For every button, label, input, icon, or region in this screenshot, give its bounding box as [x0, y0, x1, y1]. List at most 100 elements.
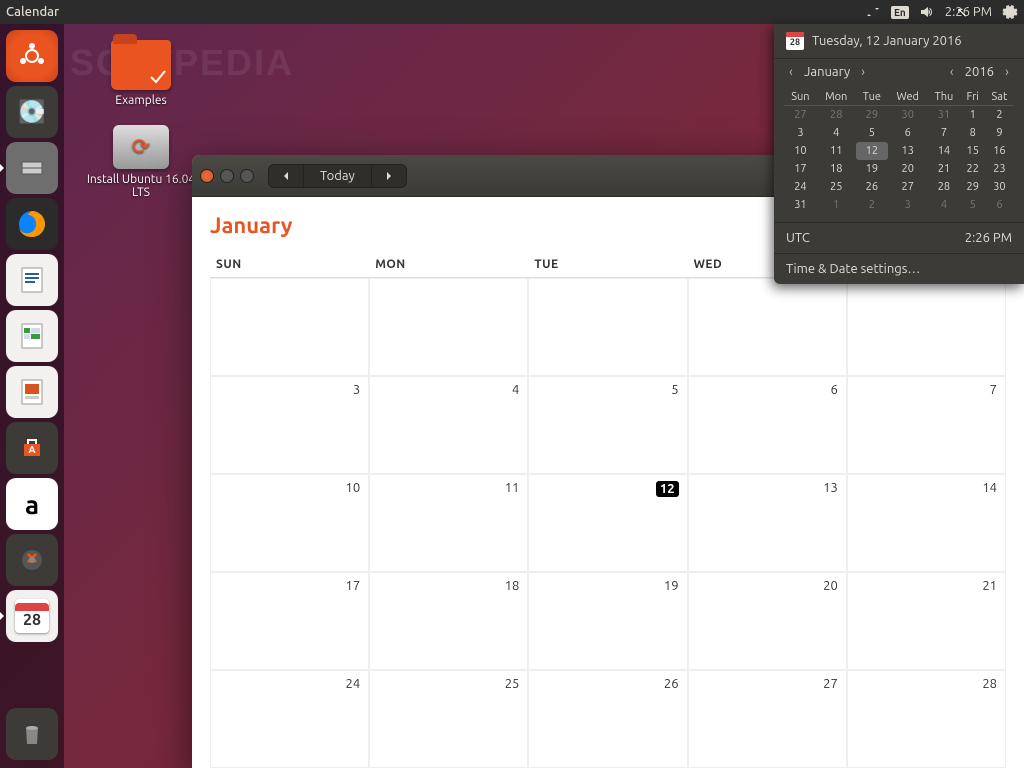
- mini-cal-day[interactable]: 31: [927, 106, 960, 125]
- calendar-date: 19: [664, 579, 679, 593]
- network-icon[interactable]: [865, 4, 881, 20]
- mini-cal-day[interactable]: 1: [961, 106, 985, 125]
- calendar-day-cell[interactable]: 4: [369, 376, 528, 474]
- next-button[interactable]: [372, 165, 406, 187]
- mini-cal-day[interactable]: 23: [985, 160, 1014, 178]
- next-year-button[interactable]: ›: [1002, 67, 1012, 77]
- mini-cal-day[interactable]: 12: [856, 142, 889, 160]
- mini-cal-day[interactable]: 28: [927, 178, 960, 196]
- mini-cal-day[interactable]: 14: [927, 142, 960, 160]
- launcher-libreoffice-calc[interactable]: [6, 310, 58, 362]
- mini-cal-day[interactable]: 7: [927, 124, 960, 142]
- calendar-day-cell[interactable]: 12: [528, 474, 687, 572]
- window-close-button[interactable]: [200, 169, 214, 183]
- mini-cal-day[interactable]: 24: [784, 178, 817, 196]
- prev-button[interactable]: [269, 165, 304, 187]
- mini-cal-day[interactable]: 5: [856, 124, 889, 142]
- mini-cal-day[interactable]: 5: [961, 196, 985, 214]
- mini-cal-day[interactable]: 28: [817, 106, 856, 125]
- prev-year-button[interactable]: ‹: [947, 67, 957, 77]
- launcher-libreoffice-impress[interactable]: [6, 366, 58, 418]
- mini-cal-day[interactable]: 20: [888, 160, 927, 178]
- calendar-day-cell[interactable]: 14: [847, 474, 1006, 572]
- calendar-day-cell[interactable]: 25: [369, 670, 528, 768]
- calendar-day-cell[interactable]: 11: [369, 474, 528, 572]
- mini-cal-day[interactable]: 21: [927, 160, 960, 178]
- mini-cal-day[interactable]: 30: [888, 106, 927, 125]
- calendar-day-cell[interactable]: [528, 278, 687, 376]
- popup-year[interactable]: 2016: [965, 65, 994, 79]
- mini-cal-day[interactable]: 3: [784, 124, 817, 142]
- launcher-ubuntu-software[interactable]: A: [6, 422, 58, 474]
- calendar-day-cell[interactable]: 24: [210, 670, 369, 768]
- launcher-trash[interactable]: [6, 708, 58, 760]
- calendar-day-cell[interactable]: 27: [688, 670, 847, 768]
- calendar-day-cell[interactable]: [847, 278, 1006, 376]
- calendar-day-cell[interactable]: [369, 278, 528, 376]
- launcher-disk-utility[interactable]: 💽: [6, 86, 58, 138]
- mini-cal-day[interactable]: 30: [985, 178, 1014, 196]
- mini-cal-day[interactable]: 27: [888, 178, 927, 196]
- calendar-day-cell[interactable]: 20: [688, 572, 847, 670]
- calendar-day-cell[interactable]: 13: [688, 474, 847, 572]
- mini-cal-day[interactable]: 2: [985, 106, 1014, 125]
- time-date-settings-link[interactable]: Time & Date settings…: [774, 253, 1024, 284]
- launcher-firefox[interactable]: [6, 198, 58, 250]
- mini-cal-day[interactable]: 31: [784, 196, 817, 214]
- volume-icon[interactable]: [919, 4, 935, 20]
- mini-cal-day[interactable]: 16: [985, 142, 1014, 160]
- mini-cal-day[interactable]: 19: [856, 160, 889, 178]
- mini-cal-day[interactable]: 3: [888, 196, 927, 214]
- calendar-day-cell[interactable]: 18: [369, 572, 528, 670]
- mini-cal-day[interactable]: 27: [784, 106, 817, 125]
- window-maximize-button[interactable]: [240, 169, 254, 183]
- launcher-system-settings[interactable]: [6, 534, 58, 586]
- clock[interactable]: 2:26 PM: [945, 5, 992, 19]
- next-month-button[interactable]: ›: [858, 67, 868, 77]
- calendar-day-cell[interactable]: 17: [210, 572, 369, 670]
- mini-cal-day[interactable]: 25: [817, 178, 856, 196]
- window-minimize-button[interactable]: [220, 169, 234, 183]
- calendar-day-cell[interactable]: [688, 278, 847, 376]
- mini-cal-day[interactable]: 18: [817, 160, 856, 178]
- launcher-libreoffice-writer[interactable]: [6, 254, 58, 306]
- calendar-day-cell[interactable]: 6: [688, 376, 847, 474]
- mini-cal-day[interactable]: 17: [784, 160, 817, 178]
- popup-month[interactable]: January: [804, 65, 850, 79]
- prev-month-button[interactable]: ‹: [786, 67, 796, 77]
- mini-cal-day[interactable]: 26: [856, 178, 889, 196]
- desktop-icon-installer[interactable]: ⟳ Install Ubuntu 16.04 LTS: [86, 125, 196, 199]
- calendar-day-cell[interactable]: 26: [528, 670, 687, 768]
- mini-cal-day[interactable]: 29: [856, 106, 889, 125]
- mini-cal-day[interactable]: 4: [817, 124, 856, 142]
- desktop-icon-examples[interactable]: Examples: [86, 40, 196, 107]
- calendar-day-cell[interactable]: 28: [847, 670, 1006, 768]
- calendar-day-cell[interactable]: 3: [210, 376, 369, 474]
- launcher-calendar[interactable]: 28: [6, 590, 58, 642]
- shutdown-gear-icon[interactable]: [1002, 4, 1018, 20]
- launcher-files[interactable]: [6, 142, 58, 194]
- keyboard-language-indicator[interactable]: En: [891, 6, 909, 19]
- mini-cal-day[interactable]: 6: [888, 124, 927, 142]
- mini-cal-day[interactable]: 29: [961, 178, 985, 196]
- mini-cal-day[interactable]: 15: [961, 142, 985, 160]
- launcher-amazon[interactable]: a: [6, 478, 58, 530]
- calendar-day-cell[interactable]: 5: [528, 376, 687, 474]
- mini-cal-day[interactable]: 8: [961, 124, 985, 142]
- mini-cal-day[interactable]: 1: [817, 196, 856, 214]
- dash-home-button[interactable]: [6, 30, 58, 82]
- mini-cal-day[interactable]: 10: [784, 142, 817, 160]
- calendar-day-cell[interactable]: [210, 278, 369, 376]
- calendar-day-cell[interactable]: 10: [210, 474, 369, 572]
- calendar-day-cell[interactable]: 7: [847, 376, 1006, 474]
- calendar-day-cell[interactable]: 21: [847, 572, 1006, 670]
- today-button[interactable]: Today: [304, 165, 372, 187]
- mini-cal-day[interactable]: 22: [961, 160, 985, 178]
- mini-cal-day[interactable]: 6: [985, 196, 1014, 214]
- mini-cal-day[interactable]: 4: [927, 196, 960, 214]
- mini-cal-day[interactable]: 13: [888, 142, 927, 160]
- mini-cal-day[interactable]: 11: [817, 142, 856, 160]
- mini-cal-day[interactable]: 2: [856, 196, 889, 214]
- mini-cal-day[interactable]: 9: [985, 124, 1014, 142]
- calendar-day-cell[interactable]: 19: [528, 572, 687, 670]
